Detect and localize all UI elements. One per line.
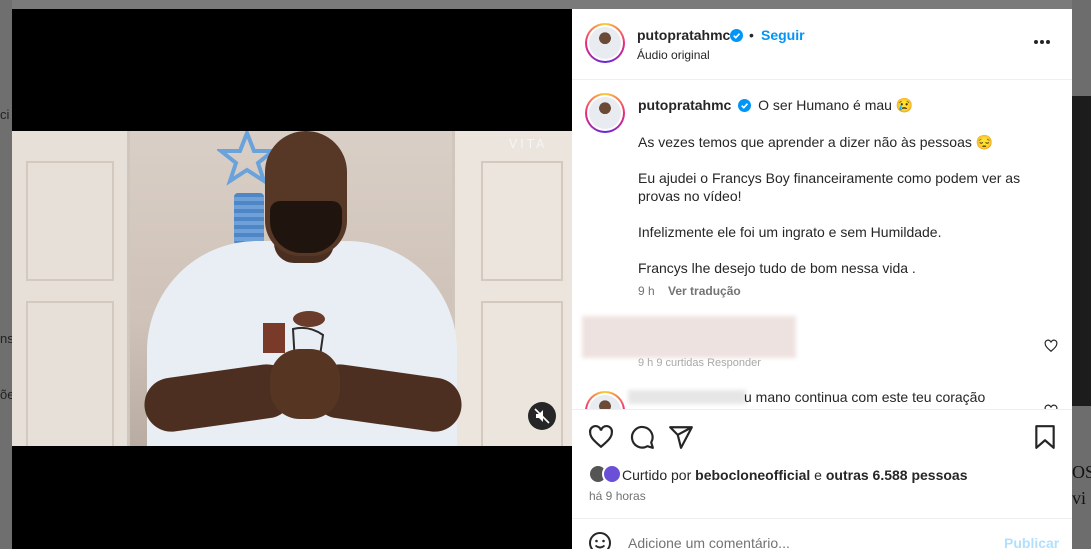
background-text-fragment: OS	[1072, 462, 1091, 482]
liker-avatar[interactable]	[602, 464, 622, 484]
author-avatar[interactable]	[585, 23, 625, 63]
mute-button[interactable]	[528, 402, 556, 430]
caption-title: O ser Humano é mau 😢	[758, 97, 914, 113]
caption-meta: 9 h Ver tradução	[638, 284, 741, 298]
caption-paragraph: Eu ajudei o Francys Boy financeiramente …	[638, 170, 1021, 204]
post-modal: VITA putopratahmc • Seguir Áudio origina…	[12, 9, 1072, 549]
translate-link[interactable]: Ver tradução	[668, 284, 741, 298]
post-details-panel: putopratahmc • Seguir Áudio original put…	[572, 9, 1072, 549]
comment-like-icon[interactable]	[1044, 339, 1058, 353]
person-hands	[270, 349, 340, 419]
liker-username[interactable]: bebocloneofficial	[695, 467, 810, 483]
blurred-comment	[582, 316, 796, 358]
video-frame[interactable]: VITA	[12, 131, 572, 446]
commenter-avatar[interactable]	[585, 391, 625, 409]
author-username[interactable]: putopratahmc	[637, 27, 730, 43]
caption-paragraph: Francys lhe desejo tudo de bom nessa vid…	[638, 260, 916, 276]
likes-middle: e	[814, 467, 822, 483]
blue-decoration	[234, 193, 264, 245]
bookmark-icon[interactable]	[1032, 424, 1058, 450]
original-audio-link[interactable]: Áudio original	[637, 48, 710, 62]
post-header: putopratahmc • Seguir Áudio original	[572, 9, 1072, 80]
likes-prefix: Curtido por	[622, 467, 692, 483]
caption-username[interactable]: putopratahmc	[638, 97, 731, 113]
caption-and-comments: putopratahmc O ser Humano é mau 😢 As vez…	[572, 81, 1072, 409]
share-icon[interactable]	[668, 424, 694, 450]
heart-icon[interactable]	[588, 424, 614, 450]
video-watermark: VITA	[509, 137, 548, 151]
comment-meta: 9 h 9 curtidas Responder	[638, 357, 761, 369]
publish-button[interactable]: Publicar	[1004, 535, 1059, 549]
verified-badge-icon	[738, 99, 752, 112]
background-text-fragment: vi	[1072, 488, 1087, 508]
blurred-username	[628, 390, 746, 404]
comment-text: u mano continua com este teu coração	[744, 389, 986, 405]
likes-summary: Curtido por bebocloneofficial e outras 6…	[622, 467, 968, 483]
caption-time[interactable]: 9 h	[638, 284, 655, 298]
more-options-icon[interactable]	[1033, 39, 1051, 45]
speaker-muted-icon	[534, 408, 550, 424]
caption-paragraph: As vezes temos que aprender a dizer não …	[638, 134, 994, 150]
comment-icon[interactable]	[629, 424, 655, 450]
post-time[interactable]: há 9 horas	[589, 489, 646, 503]
background-right-image	[1072, 96, 1091, 406]
separator-dot: •	[749, 27, 754, 43]
background-left-strip	[0, 0, 12, 549]
caption-first-line: putopratahmc O ser Humano é mau 😢	[638, 97, 913, 114]
follow-button[interactable]: Seguir	[761, 27, 805, 43]
verified-badge-icon	[730, 29, 743, 42]
add-comment-bar: Adicione um comentário... Publicar	[572, 518, 1072, 549]
comment-input[interactable]: Adicione um comentário...	[628, 535, 790, 549]
door-left	[12, 131, 130, 446]
likes-count[interactable]: outras 6.588 pessoas	[826, 467, 968, 483]
emoji-icon[interactable]	[588, 531, 612, 549]
caption-paragraph: Infelizmente ele foi um ingrato e sem Hu…	[638, 224, 942, 240]
caption-author-avatar[interactable]	[585, 93, 625, 133]
post-actions: Curtido por bebocloneofficial e outras 6…	[572, 409, 1072, 549]
background-text-fragment: ci	[0, 107, 10, 122]
door-right	[452, 131, 572, 446]
video-player[interactable]: VITA	[12, 9, 572, 549]
